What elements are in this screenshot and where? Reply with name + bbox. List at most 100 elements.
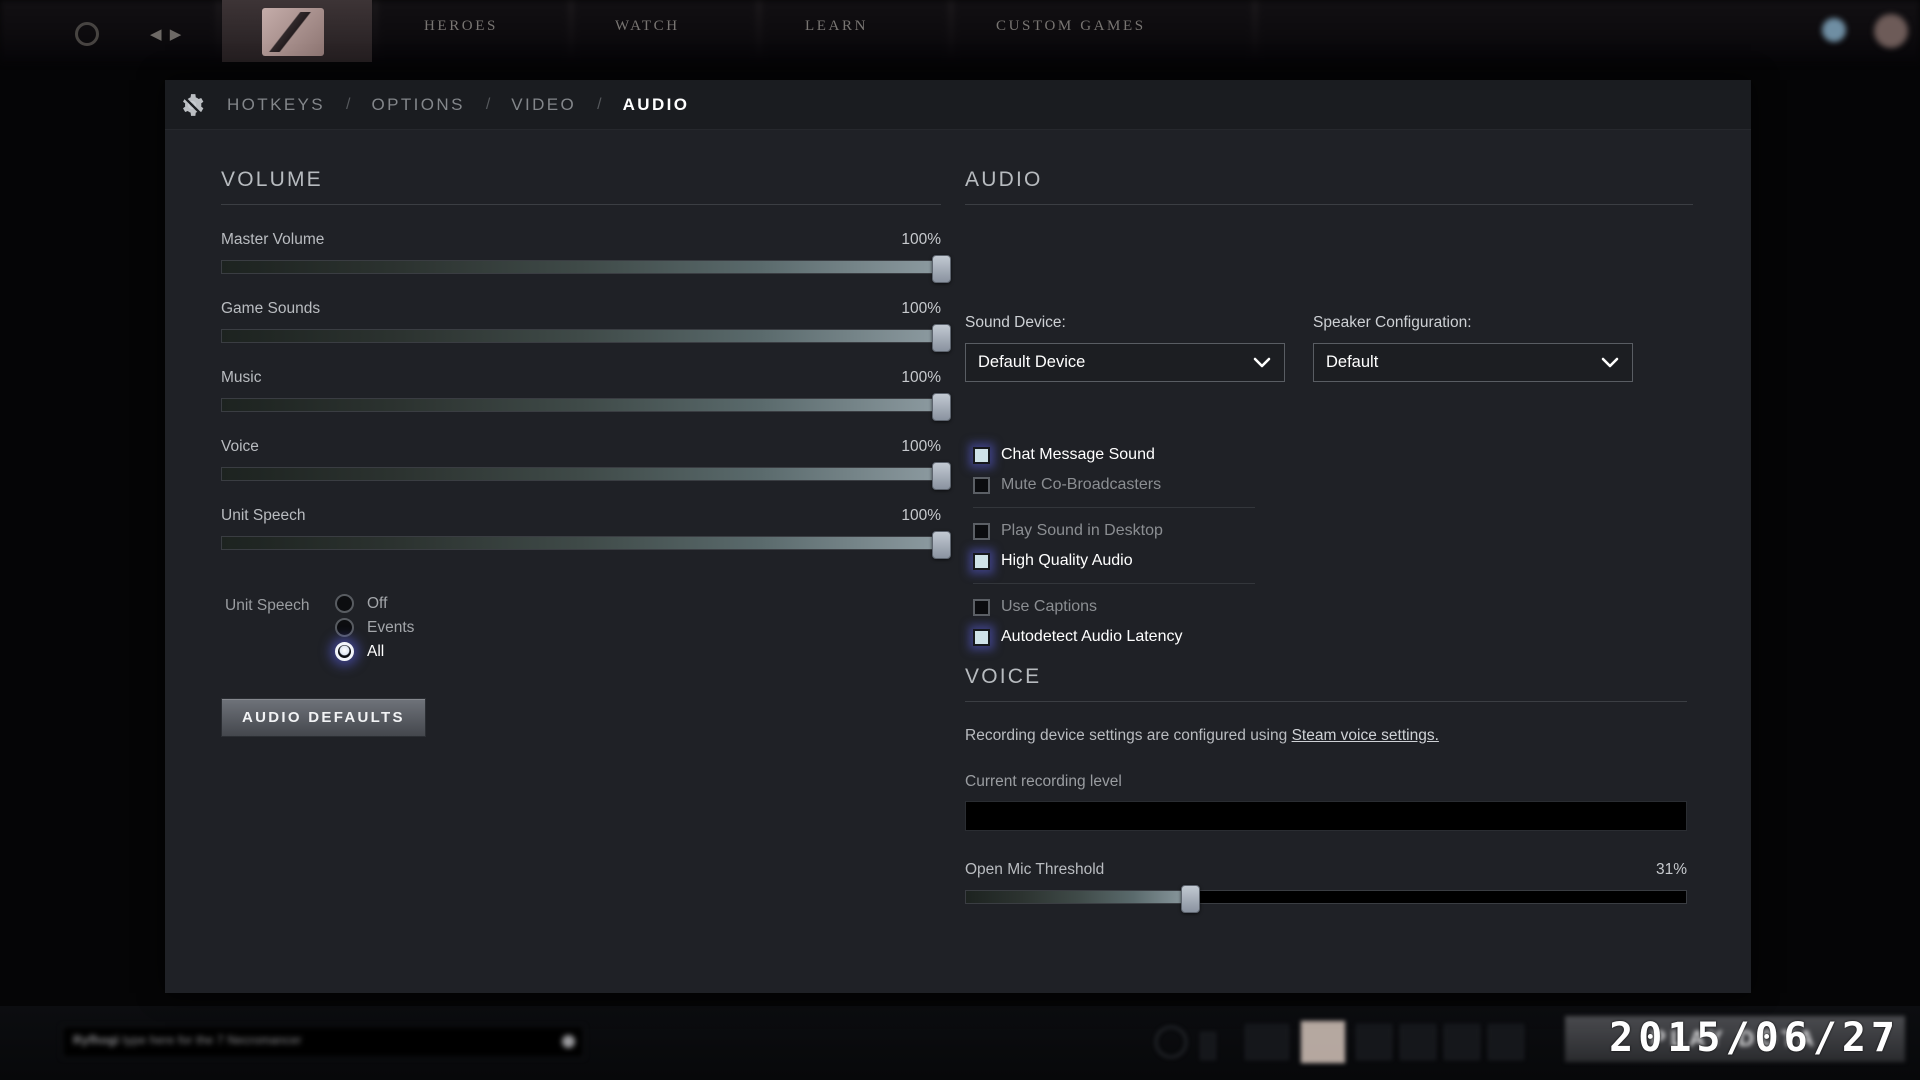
volume-slider-label: Game Sounds — [221, 300, 321, 317]
recording-level-meter — [965, 801, 1687, 831]
voice-section: VOICE Recording device settings are conf… — [965, 665, 1687, 913]
radio-option-label: Events — [367, 618, 415, 636]
unit-speech-group-label: Unit Speech — [225, 597, 310, 614]
notification-orb-icon[interactable] — [1822, 18, 1846, 42]
hud-profile-icon[interactable] — [1300, 1020, 1346, 1064]
audio-heading: AUDIO — [965, 168, 1043, 191]
checkbox-box-icon — [973, 446, 990, 464]
open-mic-threshold-knob[interactable] — [1181, 885, 1201, 913]
radio-dot-icon — [335, 594, 354, 613]
open-mic-threshold-value: 31% — [1655, 861, 1687, 878]
volume-slider-row: Game Sounds 100% — [221, 300, 951, 352]
tab-separator-2: / — [485, 95, 491, 113]
checkbox-box-icon — [973, 476, 990, 494]
sound-device-dropdown[interactable]: Default Device — [965, 343, 1285, 382]
checkbox-box-icon — [973, 628, 990, 646]
settings-panel: HOTKEYS / OPTIONS / VIDEO / AUDIO VOLUME… — [165, 80, 1751, 993]
volume-slider-knob[interactable] — [932, 393, 951, 421]
checkbox-label: Autodetect Audio Latency — [1001, 628, 1183, 645]
chat-placeholder-text: type here for the 7 Necromancer — [122, 1033, 302, 1047]
hud-slot-3-icon[interactable] — [1444, 1024, 1480, 1060]
audio-checkbox-groups: Chat Message Sound Mute Co-Broadcasters Pl… — [973, 440, 1255, 652]
volume-slider-fill — [222, 330, 940, 342]
nav-item-watch[interactable]: WATCH — [615, 18, 680, 35]
settings-gear-icon[interactable] — [165, 80, 219, 129]
hud-person-icon[interactable] — [1200, 1032, 1216, 1060]
radio-option-all[interactable]: All — [335, 642, 384, 661]
volume-slider-row: Unit Speech 100% — [221, 507, 951, 559]
audio-defaults-button[interactable]: AUDIO DEFAULTS — [221, 698, 426, 737]
volume-slider-value: 100% — [901, 300, 941, 317]
nav-item-heroes[interactable]: HEROES — [424, 18, 498, 35]
background-nav-arrows-icon: ◀ ▶ — [150, 26, 184, 43]
tab-hotkeys[interactable]: HOTKEYS — [219, 95, 333, 115]
volume-slider-row: Music 100% — [221, 369, 951, 421]
tab-separator-1: / — [346, 95, 351, 113]
chat-prefix: Ryfhogi — [73, 1033, 120, 1047]
nav-item-custom-games[interactable]: CUSTOM GAMES — [996, 18, 1146, 35]
volume-slider-knob[interactable] — [932, 462, 951, 490]
checkbox-play-sound-in-desktop[interactable]: Play Sound in Desktop — [973, 516, 1255, 546]
volume-slider-track[interactable] — [221, 324, 951, 352]
volume-slider-value: 100% — [901, 507, 941, 524]
speaker-configuration-dropdown[interactable]: Default — [1313, 343, 1633, 382]
volume-slider-track[interactable] — [221, 393, 951, 421]
checkbox-autodetect-audio-latency[interactable]: Autodetect Audio Latency — [973, 622, 1255, 652]
volume-slider-label: Music — [221, 369, 262, 386]
volume-slider-value: 100% — [901, 369, 941, 386]
steam-voice-settings-link[interactable]: Steam voice settings. — [1292, 727, 1439, 744]
volume-slider-fill — [222, 468, 940, 480]
open-mic-threshold-slider[interactable] — [965, 885, 1687, 913]
checkbox-box-icon — [973, 522, 990, 540]
nav-item-learn[interactable]: LEARN — [805, 18, 868, 35]
checkbox-high-quality-audio[interactable]: High Quality Audio — [973, 546, 1255, 576]
sound-device-value: Default Device — [978, 353, 1086, 371]
chat-input[interactable]: Ryfhogi type here for the 7 Necromancer — [62, 1026, 584, 1058]
radio-option-events[interactable]: Events — [335, 618, 414, 637]
volume-column: VOLUME Master Volume 100% Game Sounds 100% M… — [221, 130, 951, 737]
open-mic-threshold-row: Open Mic Threshold 31% — [965, 861, 1687, 913]
checkbox-mute-co-broadcasters[interactable]: Mute Co-Broadcasters — [973, 470, 1255, 500]
settings-tab-bar: HOTKEYS / OPTIONS / VIDEO / AUDIO — [165, 80, 1751, 130]
volume-slider-knob[interactable] — [932, 531, 951, 559]
checkbox-group-divider — [973, 507, 1255, 508]
hud-slot-2-icon[interactable] — [1400, 1024, 1436, 1060]
volume-slider-knob[interactable] — [932, 255, 951, 283]
checkbox-label: Use Captions — [1001, 598, 1098, 615]
sound-device-field: Sound Device: Default Device — [965, 314, 1285, 382]
open-mic-threshold-fill — [966, 891, 1190, 903]
recording-level-label: Current recording level — [965, 773, 1122, 790]
volume-slider-knob[interactable] — [932, 324, 951, 352]
hud-slot-1-icon[interactable] — [1356, 1024, 1392, 1060]
hud-panel-icon[interactable] — [1245, 1024, 1289, 1060]
volume-slider-track[interactable] — [221, 255, 951, 283]
speaker-configuration-value: Default — [1326, 353, 1379, 371]
chevron-down-icon — [1253, 357, 1271, 368]
speaker-configuration-field: Speaker Configuration: Default — [1313, 314, 1633, 382]
tab-video[interactable]: VIDEO — [503, 95, 584, 115]
checkbox-use-captions[interactable]: Use Captions — [973, 592, 1255, 622]
volume-slider-row: Master Volume 100% — [221, 231, 951, 283]
checkbox-label: Mute Co-Broadcasters — [1001, 476, 1162, 493]
volume-slider-track[interactable] — [221, 462, 951, 490]
avatar[interactable] — [1874, 14, 1908, 48]
volume-slider-fill — [222, 399, 940, 411]
tab-audio[interactable]: AUDIO — [615, 95, 698, 115]
chat-avatar-icon — [562, 1035, 575, 1048]
audio-rule — [965, 204, 1693, 205]
chevron-down-icon — [1601, 357, 1619, 368]
volume-slider-track[interactable] — [221, 531, 951, 559]
volume-slider-label: Voice — [221, 438, 259, 455]
checkbox-label: Play Sound in Desktop — [1001, 522, 1163, 539]
settings-content: VOLUME Master Volume 100% Game Sounds 100% M… — [165, 130, 1751, 994]
radio-option-off[interactable]: Off — [335, 594, 387, 613]
open-mic-threshold-label: Open Mic Threshold — [965, 861, 1105, 878]
checkbox-chat-message-sound[interactable]: Chat Message Sound — [973, 440, 1255, 470]
unit-speech-radio-group: Unit Speech Off Events All — [221, 594, 941, 668]
checkbox-box-icon — [973, 598, 990, 616]
checkbox-label: High Quality Audio — [1001, 552, 1133, 569]
checkbox-box-icon — [973, 552, 990, 570]
hud-clock-icon[interactable] — [1155, 1026, 1187, 1058]
speaker-configuration-label: Speaker Configuration: — [1313, 314, 1472, 331]
tab-options[interactable]: OPTIONS — [364, 95, 473, 115]
